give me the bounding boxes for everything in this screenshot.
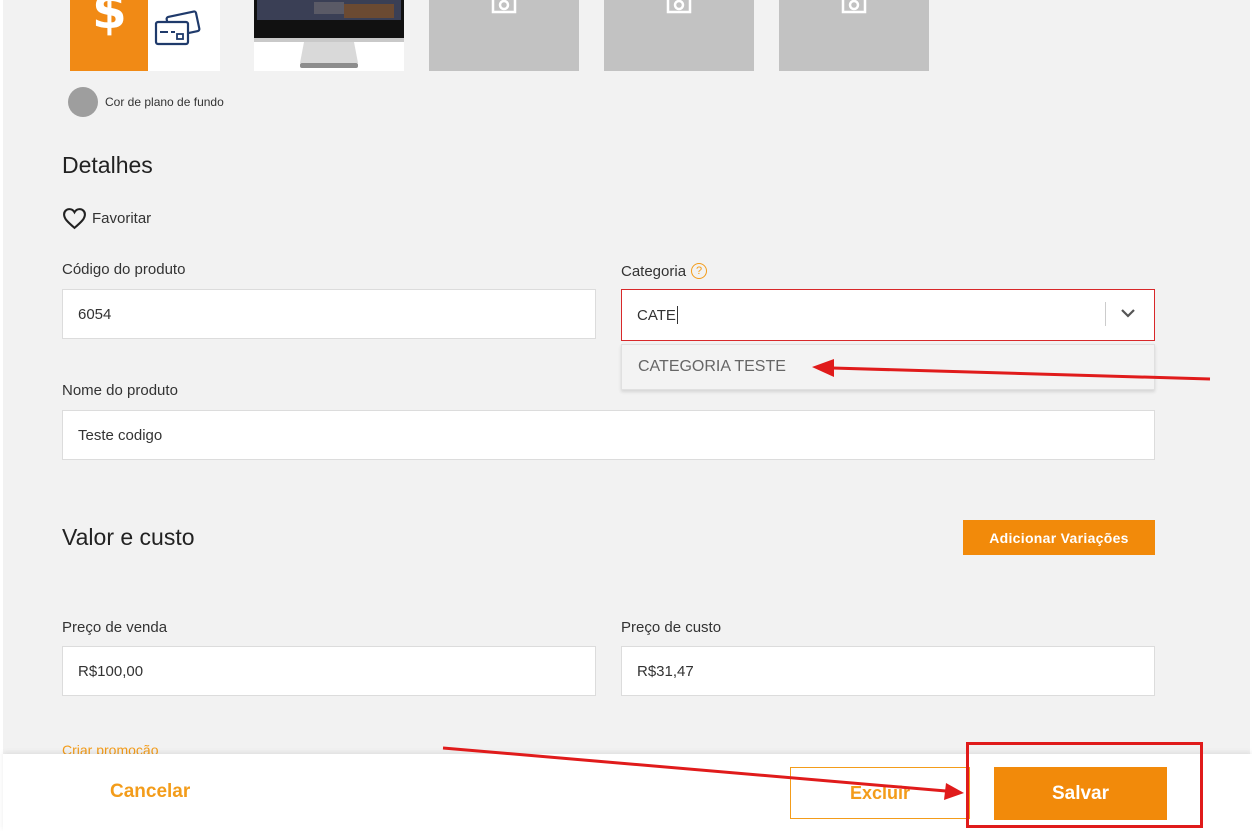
- monitor-image: [254, 0, 404, 68]
- details-section-title: Detalhes: [62, 152, 153, 178]
- category-select-separator: [1105, 302, 1106, 326]
- product-code-input[interactable]: 6054: [62, 289, 596, 339]
- category-label: Categoria: [621, 263, 687, 280]
- cost-price-label: Preço de custo: [621, 619, 722, 636]
- heart-icon: [63, 208, 86, 230]
- cost-price-input[interactable]: R$31,47: [621, 646, 1155, 696]
- left-edge: [0, 0, 3, 831]
- product-code-label: Código do produto: [62, 261, 186, 278]
- sale-price-label: Preço de venda: [62, 619, 168, 636]
- dollar-icon: $: [92, 0, 127, 40]
- product-name-value: Teste codigo: [78, 426, 163, 444]
- product-name-input[interactable]: Teste codigo: [62, 410, 1155, 460]
- cost-price-value: R$31,47: [637, 662, 694, 680]
- sale-price-input[interactable]: R$100,00: [62, 646, 596, 696]
- product-image-placeholder-3[interactable]: [429, 0, 579, 71]
- cancel-button[interactable]: Cancelar: [110, 781, 190, 803]
- background-color-picker[interactable]: Cor de plano de fundo: [68, 87, 224, 117]
- camera-icon: [841, 0, 867, 14]
- text-caret: [676, 306, 678, 324]
- sale-price-value: R$100,00: [78, 662, 144, 680]
- pricing-section-title: Valor e custo: [62, 524, 195, 550]
- background-color-label: Cor de plano de fundo: [105, 95, 224, 109]
- category-typed-value: CATE: [637, 306, 676, 324]
- product-image-placeholder-5[interactable]: [779, 0, 929, 71]
- camera-icon: [666, 0, 692, 14]
- favorite-label: Favoritar: [92, 210, 152, 227]
- annotation-highlight-box: [966, 742, 1203, 828]
- category-option[interactable]: CATEGORIA TESTE: [621, 344, 1155, 390]
- category-option-label: CATEGORIA TESTE: [638, 358, 786, 375]
- help-icon[interactable]: ?: [691, 263, 708, 279]
- delete-button[interactable]: Excluir: [790, 767, 970, 819]
- product-image-thumb-1[interactable]: $: [70, 0, 220, 71]
- camera-icon: [491, 0, 517, 14]
- product-image-thumb-2[interactable]: [254, 0, 404, 71]
- product-image-placeholder-4[interactable]: [604, 0, 754, 71]
- chevron-down-icon[interactable]: [1120, 307, 1136, 319]
- credit-card-icon: [154, 10, 201, 46]
- category-select[interactable]: CATE: [621, 289, 1155, 341]
- category-label-row: Categoria?: [621, 263, 708, 280]
- add-variations-button[interactable]: Adicionar Variações: [963, 520, 1155, 555]
- favorite-toggle[interactable]: Favoritar: [62, 207, 151, 230]
- product-code-value: 6054: [78, 305, 112, 323]
- product-name-label: Nome do produto: [62, 382, 178, 399]
- background-color-swatch[interactable]: [68, 87, 98, 117]
